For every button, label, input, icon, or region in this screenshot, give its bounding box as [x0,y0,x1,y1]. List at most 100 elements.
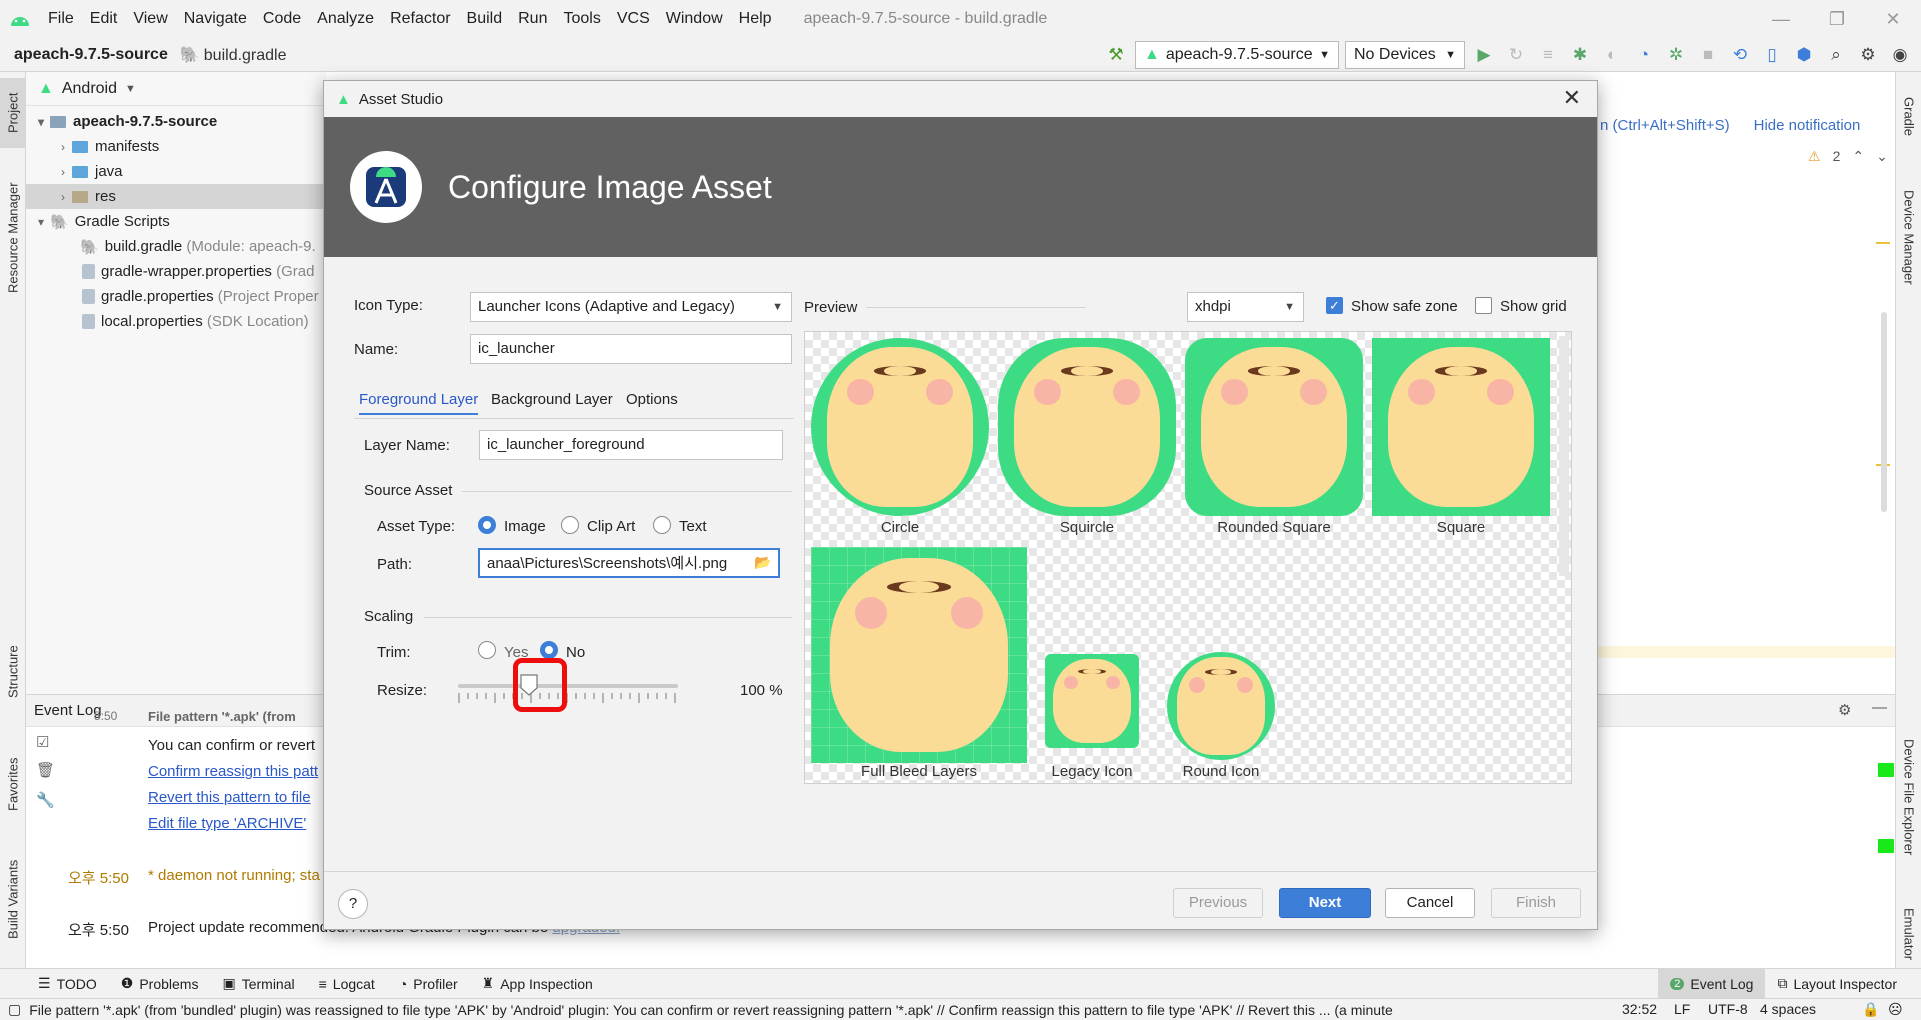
icon-type-dropdown[interactable]: Launcher Icons (Adaptive and Legacy) ▼ [470,292,792,322]
device-manager-icon[interactable]: ▯ [1759,45,1785,65]
menu-run[interactable]: Run [510,0,555,38]
chevron-up-icon[interactable]: ⌃ [1852,148,1864,165]
notification-shortcut-link[interactable]: n (Ctrl+Alt+Shift+S) [1600,117,1730,134]
chevron-right-icon[interactable]: › [54,140,72,154]
profiler-tab[interactable]: ◔ Profiler [387,976,470,992]
run-icon[interactable]: ▶ [1471,45,1497,65]
menu-vcs[interactable]: VCS [609,0,658,38]
menu-refactor[interactable]: Refactor [382,0,458,38]
status-message[interactable]: File pattern '*.apk' (from 'bundled' plu… [29,1002,1609,1018]
asset-type-image-radio[interactable] [478,516,496,534]
preview-scrollbar[interactable] [1559,336,1569,576]
asset-type-image-label[interactable]: Image [504,518,546,535]
menu-navigate[interactable]: Navigate [176,0,255,38]
menu-window[interactable]: Window [658,0,731,38]
attach-debugger-icon[interactable]: ◐ [1599,45,1625,65]
menu-view[interactable]: View [125,0,175,38]
menu-file[interactable]: File [40,0,82,38]
show-safe-zone-label[interactable]: Show safe zone [1351,298,1458,315]
gear-icon[interactable]: ⚙ [1838,701,1851,719]
chevron-down-icon[interactable]: ⌄ [1876,148,1888,165]
terminal-tab[interactable]: ▣ Terminal [210,975,306,992]
device-dropdown[interactable]: No Devices ▼ [1345,41,1465,69]
editor-scrollbar[interactable] [1881,312,1887,512]
minimize-icon[interactable]: — [1753,0,1809,38]
tree-item-manifests[interactable]: › manifests [26,134,326,159]
tree-item-res[interactable]: › res [26,184,326,209]
emulator-tool-tab[interactable]: Emulator [1896,894,1921,974]
favorites-tool-tab[interactable]: Favorites [0,740,26,828]
cancel-button[interactable]: Cancel [1385,888,1475,918]
show-grid-label[interactable]: Show grid [1500,298,1567,315]
help-button[interactable]: ? [338,889,368,919]
app-inspection-tab[interactable]: ♜ App Inspection [470,975,605,992]
device-file-explorer-tool-tab[interactable]: Device File Explorer [1896,712,1921,882]
line-separator[interactable]: LF [1674,1001,1690,1017]
event-log-tab[interactable]: 2 Event Log [1658,969,1766,998]
trim-no-radio[interactable] [540,641,558,659]
restore-icon[interactable]: ❐ [1809,0,1865,38]
hammer-icon[interactable]: ⚒ [1103,45,1129,65]
finish-button[interactable]: Finish [1491,888,1581,918]
wrench-icon[interactable]: 🔧 [36,791,55,809]
edit-file-type-link[interactable]: Edit file type 'ARCHIVE' [148,815,306,832]
breadcrumb-file[interactable]: 🐘 build.gradle [168,45,287,65]
logcat-tab[interactable]: ≡ Logcat [307,976,387,992]
name-input[interactable]: ic_launcher [470,334,792,364]
attach-icon[interactable]: ✲ [1663,45,1689,65]
tree-item-project-root[interactable]: ▾ apeach-9.7.5-source [26,109,326,134]
trim-yes-radio[interactable] [478,641,496,659]
menu-tools[interactable]: Tools [555,0,608,38]
resize-slider[interactable] [458,684,678,688]
revert-pattern-link[interactable]: Revert this pattern to file [148,789,311,806]
menu-build[interactable]: Build [459,0,511,38]
chevron-down-icon[interactable]: ▾ [32,215,50,229]
next-button[interactable]: Next [1279,888,1371,918]
gradle-sync-icon[interactable]: ⟲ [1727,45,1753,65]
tree-item-java[interactable]: › java [26,159,326,184]
tree-item-build-gradle[interactable]: 🐘 build.gradle (Module: apeach-9. [26,234,326,259]
project-view-selector[interactable]: Android [62,80,117,98]
asset-type-clipart-radio[interactable] [561,516,579,534]
lock-icon[interactable]: 🔒 [1862,1001,1879,1018]
path-input[interactable]: anaa\Pictures\Screenshots\예시.png [478,548,780,578]
trim-no-label[interactable]: No [566,644,585,661]
tree-item-gradle-properties[interactable]: gradle.properties (Project Proper [26,284,326,309]
build-variants-tool-tab[interactable]: Build Variants [0,844,26,954]
tab-background-layer[interactable]: Background Layer [491,391,613,408]
chevron-right-icon[interactable]: › [54,165,72,179]
menu-help[interactable]: Help [731,0,780,38]
run-config-dropdown[interactable]: ▲ apeach-9.7.5-source ▼ [1135,41,1339,69]
tree-item-local-properties[interactable]: local.properties (SDK Location) [26,309,326,334]
apply-changes-icon[interactable]: ≡ [1535,45,1561,65]
search-icon[interactable]: ⌕ [1823,45,1849,65]
status-toggle-icon[interactable]: ▢ [8,1001,21,1018]
profiler-icon[interactable]: ◔ [1631,45,1657,65]
mark-read-icon[interactable]: ☑ [36,733,49,751]
hide-notification-link[interactable]: Hide notification [1754,117,1861,134]
show-safe-zone-checkbox[interactable]: ✓ [1326,297,1343,314]
gradle-tool-tab[interactable]: Gradle [1896,82,1921,152]
layer-name-input[interactable]: ic_launcher_foreground [479,430,783,460]
asset-type-text-radio[interactable] [653,516,671,534]
breadcrumb-project[interactable]: apeach-9.7.5-source [0,46,168,64]
close-icon[interactable]: ✕ [1563,85,1581,111]
asset-type-clipart-label[interactable]: Clip Art [587,518,635,535]
sdk-manager-icon[interactable]: ⬢ [1791,45,1817,65]
tab-options[interactable]: Options [626,391,678,408]
file-encoding[interactable]: UTF-8 [1708,1001,1748,1017]
trash-icon[interactable]: 🗑 [36,761,55,779]
device-manager-tool-tab[interactable]: Device Manager [1896,172,1921,302]
indent-setting[interactable]: 4 spaces [1760,1001,1816,1017]
project-tool-tab[interactable]: Project [0,78,26,148]
chevron-down-icon[interactable]: ▼ [125,83,136,95]
asset-type-text-label[interactable]: Text [679,518,707,535]
chevron-down-icon[interactable]: ▾ [32,115,50,129]
show-grid-checkbox[interactable] [1475,297,1492,314]
layout-inspector-tab[interactable]: ⧉ Layout Inspector [1765,975,1921,992]
resource-manager-tool-tab[interactable]: Resource Manager [0,168,26,308]
menu-edit[interactable]: Edit [82,0,126,38]
gear-icon[interactable]: ⚙ [1855,45,1881,65]
warning-icon[interactable]: ⚠ [1808,148,1821,165]
chevron-right-icon[interactable]: › [54,190,72,204]
